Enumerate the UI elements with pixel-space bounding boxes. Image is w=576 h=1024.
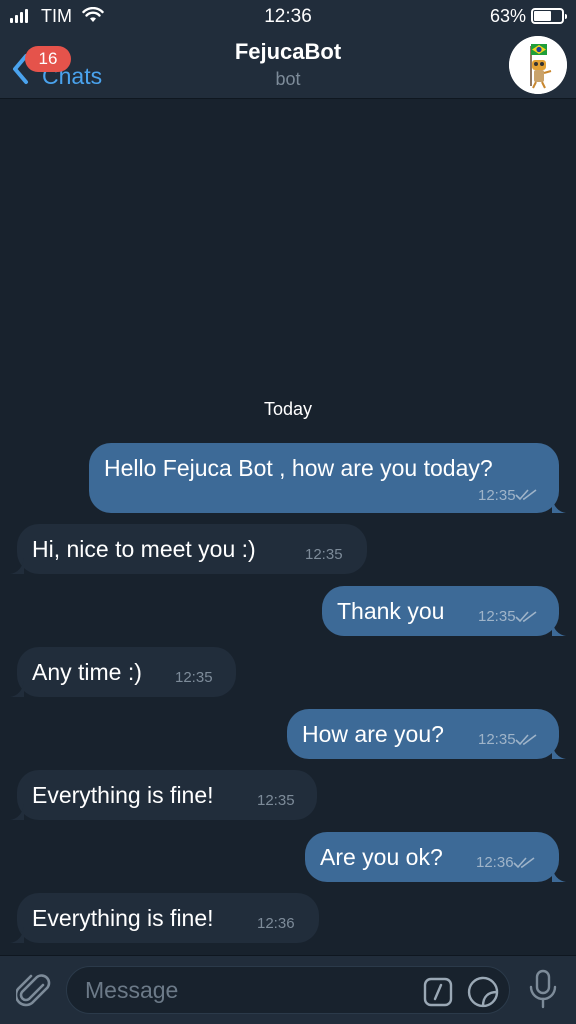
message-text: How are you? [302, 721, 444, 747]
status-bar: TIM 12:36 63% [0, 0, 576, 32]
microphone-icon[interactable] [528, 969, 558, 1009]
read-ticks-icon [515, 734, 537, 746]
bubble-tail [10, 558, 24, 574]
bot-avatar-icon [509, 36, 567, 94]
chat-title[interactable]: FejucaBot [0, 39, 576, 65]
read-ticks-icon [515, 611, 537, 623]
message-text: Are you ok? [320, 844, 443, 870]
message-time: 12:35 [478, 608, 516, 625]
message-time: 12:35 [478, 731, 516, 748]
bubble-tail [552, 497, 566, 513]
message-text: Everything is fine! [32, 905, 214, 931]
sticker-icon[interactable] [467, 976, 499, 1008]
message-composer [0, 955, 576, 1024]
bubble-tail [10, 681, 24, 697]
message-input[interactable] [85, 967, 415, 1013]
incoming-message[interactable]: Everything is fine! 12:35 [10, 770, 317, 820]
message-text: Hi, nice to meet you :) [32, 536, 256, 562]
read-ticks-icon [515, 489, 537, 501]
message-time: 12:35 [305, 546, 343, 563]
outgoing-message[interactable]: Hello Fejuca Bot , how are you today? 12… [89, 443, 566, 513]
battery-percent: 63% [489, 6, 526, 26]
bubble-tail [10, 927, 24, 943]
date-separator: Today [263, 399, 313, 419]
message-text: Any time :) [32, 659, 142, 685]
chat-subtitle: bot [275, 69, 301, 89]
message-text: Thank you [337, 598, 445, 624]
bubble-tail [552, 866, 566, 882]
outgoing-message[interactable]: Are you ok? 12:36 [305, 832, 566, 882]
message-time: 12:36 [257, 915, 295, 932]
outgoing-message[interactable]: How are you? 12:35 [287, 709, 566, 759]
bot-command-icon[interactable] [423, 977, 453, 1007]
bot-avatar[interactable] [509, 36, 567, 94]
read-ticks-icon [513, 857, 535, 869]
bubble-tail [552, 743, 566, 759]
bubble-tail [552, 620, 566, 636]
message-text: Everything is fine! [32, 782, 214, 808]
message-time: 12:35 [478, 487, 516, 504]
outgoing-message[interactable]: Thank you 12:35 [322, 586, 566, 636]
paperclip-icon[interactable] [16, 969, 52, 1011]
incoming-message[interactable]: Hi, nice to meet you :) 12:35 [10, 524, 367, 574]
message-time: 12:36 [476, 854, 514, 871]
message-field [66, 966, 510, 1014]
incoming-message[interactable]: Any time :) 12:35 [10, 647, 236, 697]
message-time: 12:35 [257, 792, 295, 809]
battery-icon [531, 8, 567, 24]
message-time: 12:35 [175, 669, 213, 686]
incoming-message[interactable]: Everything is fine! 12:36 [10, 893, 319, 943]
message-text: Hello Fejuca Bot , how are you today? [104, 455, 493, 481]
bubble-tail [10, 804, 24, 820]
chat-header: Chats 16 FejucaBot bot [0, 32, 576, 99]
battery-fill [534, 11, 551, 21]
